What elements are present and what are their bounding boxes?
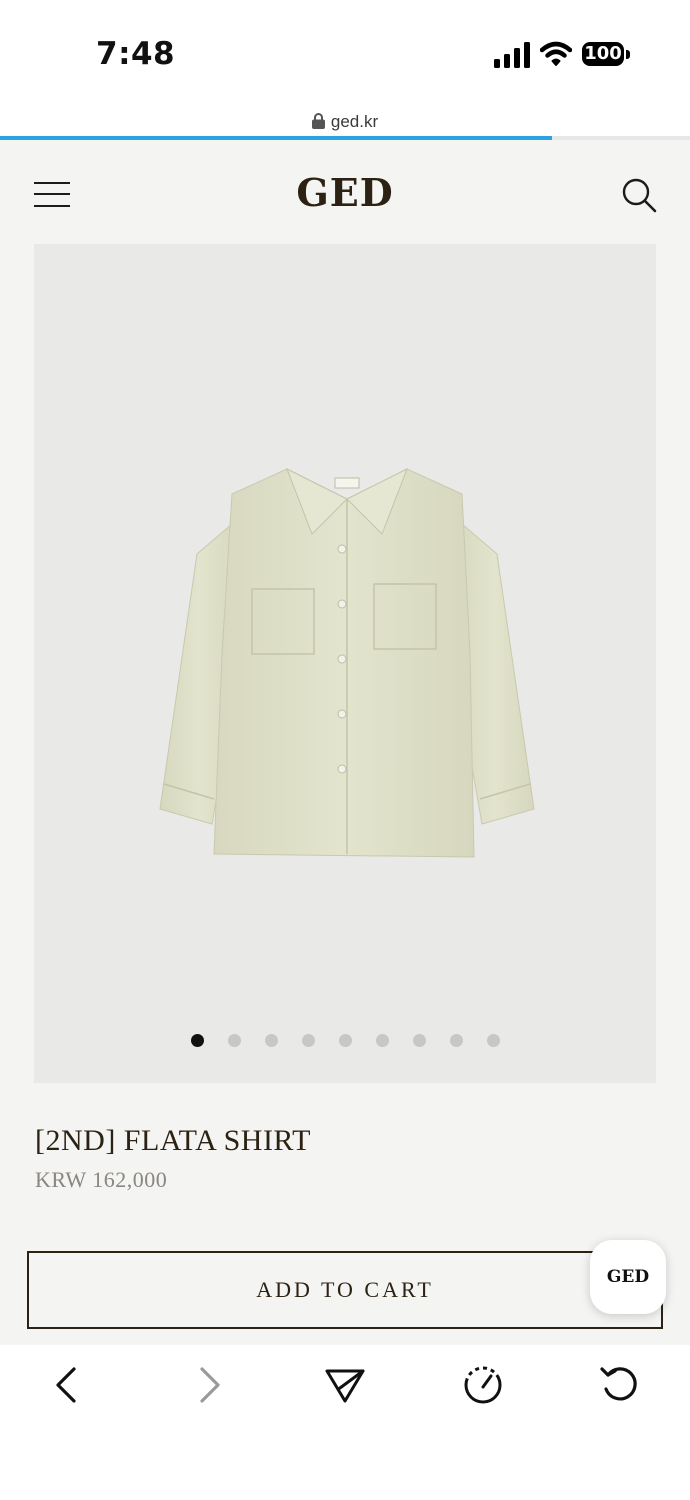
carousel-dot[interactable]: [264, 1034, 278, 1047]
forward-icon[interactable]: [186, 1363, 230, 1407]
back-icon[interactable]: [46, 1363, 90, 1407]
product-image-carousel[interactable]: [34, 244, 656, 1083]
add-to-cart-button[interactable]: ADD TO CART: [27, 1251, 663, 1329]
web-page: GED [2ND] FLATA SHIRT KRW 162,000 ADD TO…: [0, 140, 690, 1345]
reload-icon[interactable]: [598, 1363, 642, 1407]
url-text[interactable]: ged.kr: [331, 112, 378, 131]
carousel-dot[interactable]: [301, 1034, 315, 1047]
carousel-dots: [34, 1034, 656, 1052]
search-icon[interactable]: [620, 176, 658, 214]
address-bar[interactable]: ged.kr: [0, 100, 690, 138]
status-time: 7:48: [96, 36, 176, 72]
product-title: [2ND] FLATA SHIRT: [35, 1124, 311, 1157]
carousel-dot[interactable]: [190, 1034, 204, 1047]
speed-dial-icon[interactable]: [461, 1363, 505, 1407]
share-icon[interactable]: [323, 1363, 367, 1407]
product-photo-shirt: [159, 467, 535, 858]
site-logo[interactable]: GED: [0, 170, 690, 215]
carousel-dot[interactable]: [375, 1034, 389, 1047]
carousel-dot[interactable]: [412, 1034, 426, 1047]
battery-icon: 100: [582, 42, 630, 68]
lock-icon: [311, 113, 325, 129]
carousel-dot[interactable]: [338, 1034, 352, 1047]
chat-badge-button[interactable]: GED: [590, 1240, 666, 1314]
carousel-dot[interactable]: [227, 1034, 241, 1047]
product-price: KRW 162,000: [35, 1167, 168, 1192]
browser-toolbar: [0, 1345, 690, 1500]
battery-level: 100: [582, 42, 624, 66]
cellular-signal-icon: [494, 42, 530, 68]
status-bar: 7:48 100: [0, 0, 690, 100]
carousel-dot[interactable]: [486, 1034, 500, 1047]
wifi-icon: [540, 41, 572, 66]
carousel-dot[interactable]: [449, 1034, 463, 1047]
